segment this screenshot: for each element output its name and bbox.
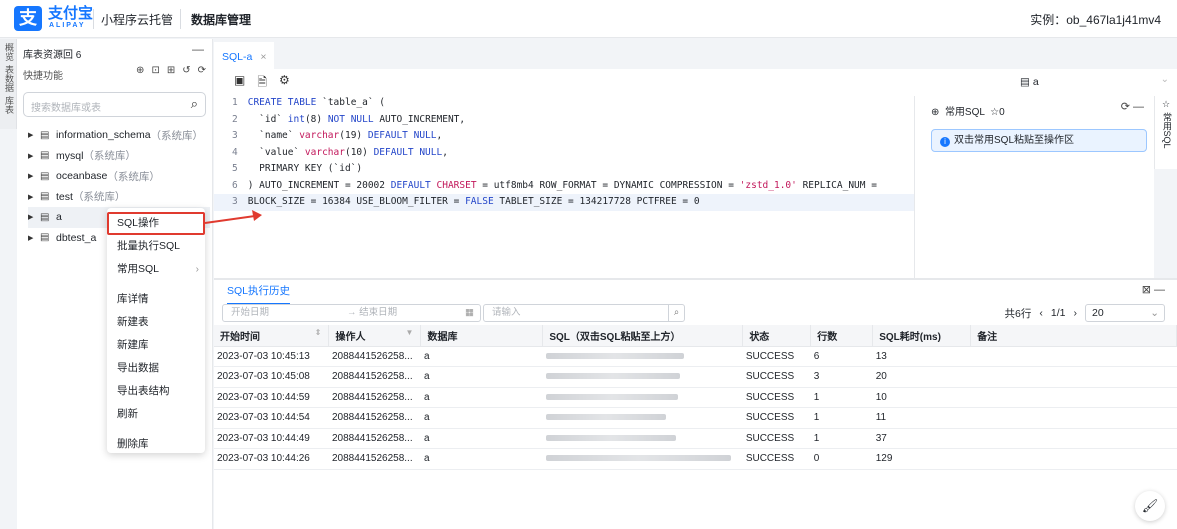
annotation-arrow bbox=[204, 210, 262, 224]
